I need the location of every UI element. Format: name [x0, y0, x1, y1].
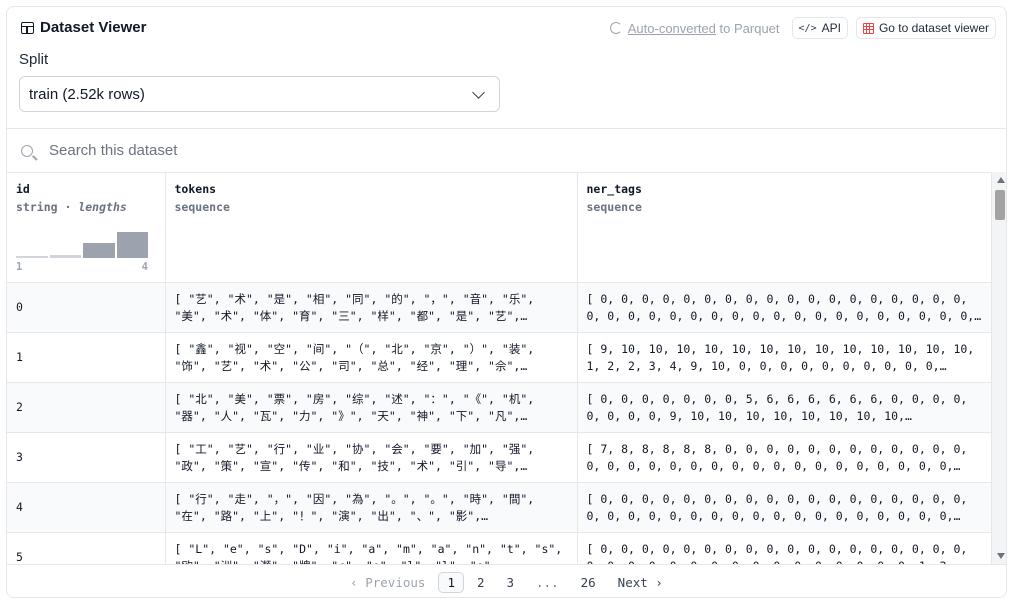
cell-tokens: [ "工", "艺", "行", "业", "协", "会", "要", "加"…: [165, 432, 578, 483]
api-button[interactable]: </> API: [791, 17, 848, 39]
cell-id: 0: [7, 282, 166, 333]
cell-ner-tags: [ 0, 0, 0, 0, 0, 0, 0, 0, 0, 0, 0, 0, 0,…: [577, 532, 991, 564]
data-table-container: id string · lengths 1 4 tokens sequence …: [7, 172, 991, 564]
cell-ner-tags-text: [ 0, 0, 0, 0, 0, 0, 0, 0, 0, 0, 0, 0, 0,…: [586, 492, 968, 523]
dataset-viewer-card: Dataset Viewer Auto-converted to Parquet…: [6, 6, 1007, 598]
page-button-3[interactable]: 3: [498, 572, 524, 593]
search-icon: [21, 144, 33, 157]
refresh-icon: [609, 22, 622, 34]
table-icon: [21, 21, 34, 34]
cell-ner-tags: [ 0, 0, 0, 0, 0, 0, 0, 0, 0, 0, 0, 0, 0,…: [577, 482, 991, 533]
data-table: id string · lengths 1 4 tokens sequence …: [7, 173, 991, 564]
table-header-row: id string · lengths 1 4 tokens sequence …: [7, 173, 991, 283]
cell-ner-tags-text: [ 0, 0, 0, 0, 0, 0, 0, 0, 0, 0, 0, 0, 0,…: [586, 542, 968, 564]
length-histogram[interactable]: [16, 228, 148, 258]
cell-tokens-text: [ "L", "e", "s", "D", "i", "a", "m", "a"…: [174, 542, 563, 564]
page-button-1[interactable]: 1: [438, 571, 464, 593]
viewer-title: Dataset Viewer: [21, 19, 146, 36]
cell-id: 3: [7, 432, 166, 483]
header-actions: Auto-converted to Parquet </> API Go to …: [609, 17, 996, 39]
column-name: ner_tags: [586, 182, 642, 196]
cell-ner-tags-text: [ 7, 8, 8, 8, 8, 8, 0, 0, 0, 0, 0, 0, 0,…: [586, 442, 968, 473]
cell-ner-tags-text: [ 0, 0, 0, 0, 0, 0, 0, 0, 0, 0, 0, 0, 0,…: [586, 292, 982, 323]
cell-ner-tags-text: [ 0, 0, 0, 0, 0, 0, 0, 5, 6, 6, 6, 6, 6,…: [586, 392, 968, 423]
table-row[interactable]: 5 [ "L", "e", "s", "D", "i", "a", "m", "…: [7, 532, 991, 564]
page-button-2[interactable]: 2: [468, 572, 494, 593]
search-input[interactable]: [49, 142, 449, 159]
pagination: ‹ Previous 1 2 3 ... 26 Next ›: [7, 564, 1006, 597]
cell-ner-tags: [ 9, 10, 10, 10, 10, 10, 10, 10, 10, 10,…: [577, 332, 991, 383]
next-page-button[interactable]: Next ›: [609, 572, 672, 593]
scrollbar-thumb[interactable]: [995, 190, 1005, 220]
api-button-label: API: [821, 21, 841, 35]
histogram-bar[interactable]: [49, 255, 81, 258]
cell-id: 1: [7, 332, 166, 383]
histogram-bar[interactable]: [16, 256, 48, 258]
chevron-down-icon: [472, 86, 485, 99]
table-scrollbar[interactable]: [991, 172, 1006, 564]
histogram-bar[interactable]: [83, 243, 115, 258]
viewer-header: Dataset Viewer Auto-converted to Parquet…: [7, 7, 1006, 129]
page-button-26[interactable]: 26: [572, 572, 605, 593]
column-header-id[interactable]: id string · lengths 1 4: [7, 173, 166, 283]
column-header-ner-tags[interactable]: ner_tags sequence: [577, 173, 991, 283]
column-type: sequence: [586, 200, 642, 214]
auto-converted-suffix: to Parquet: [715, 20, 780, 36]
histogram-min: 1: [16, 261, 23, 273]
cell-ner-tags-text: [ 9, 10, 10, 10, 10, 10, 10, 10, 10, 10,…: [586, 342, 975, 373]
cell-id: 5: [7, 532, 166, 564]
column-name: id: [16, 182, 30, 196]
histogram-bar[interactable]: [116, 232, 148, 258]
column-header-tokens[interactable]: tokens sequence: [165, 173, 578, 283]
cell-tokens: [ "北", "美", "票", "房", "综", "述", "：", "《"…: [165, 382, 578, 433]
column-type: sequence: [174, 200, 230, 214]
search-bar: [7, 128, 1006, 172]
auto-converted-notice: Auto-converted to Parquet: [609, 20, 780, 36]
cell-id: 2: [7, 382, 166, 433]
column-type: string · lengths: [16, 200, 127, 214]
cell-tokens: [ "L", "e", "s", "D", "i", "a", "m", "a"…: [165, 532, 578, 564]
table-row[interactable]: 1 [ "鑫", "视", "空", "间", "（", "北", "京", "…: [7, 332, 991, 383]
column-name: tokens: [174, 182, 217, 196]
table-row[interactable]: 0 [ "艺", "术", "是", "相", "同", "的", "，", "…: [7, 282, 991, 333]
split-select-value: train (2.52k rows): [29, 85, 145, 103]
previous-page-button[interactable]: ‹ Previous: [341, 572, 434, 593]
cell-tokens-text: [ "北", "美", "票", "房", "综", "述", "：", "《"…: [174, 392, 535, 423]
column-type-detail: lengths: [78, 200, 127, 214]
cell-ner-tags: [ 0, 0, 0, 0, 0, 0, 0, 5, 6, 6, 6, 6, 6,…: [577, 382, 991, 433]
auto-converted-link[interactable]: Auto-converted: [628, 21, 716, 36]
spreadsheet-icon: [862, 22, 874, 34]
cell-tokens: [ "艺", "术", "是", "相", "同", "的", "，", "音"…: [165, 282, 578, 333]
table-row[interactable]: 4 [ "行", "走", "，", "因", "為", "。", "。", "…: [7, 482, 991, 533]
table-row[interactable]: 2 [ "北", "美", "票", "房", "综", "述", "：", "…: [7, 382, 991, 433]
split-label: Split: [19, 51, 49, 68]
cell-tokens-text: [ "工", "艺", "行", "业", "协", "会", "要", "加"…: [174, 442, 535, 473]
cell-tokens: [ "鑫", "视", "空", "间", "（", "北", "京", "）"…: [165, 332, 578, 383]
code-icon: </>: [798, 22, 817, 34]
cell-id: 4: [7, 482, 166, 533]
viewer-title-text: Dataset Viewer: [40, 19, 147, 36]
table-row[interactable]: 3 [ "工", "艺", "行", "业", "协", "会", "要", "…: [7, 432, 991, 483]
scroll-down-arrow-icon[interactable]: [997, 553, 1005, 559]
cell-tokens-text: [ "行", "走", "，", "因", "為", "。", "。", "時"…: [174, 492, 535, 523]
histogram-max: 4: [141, 261, 148, 273]
cell-tokens: [ "行", "走", "，", "因", "為", "。", "。", "時"…: [165, 482, 578, 533]
pagination-ellipsis: ...: [536, 574, 559, 590]
go-to-dataset-viewer-button[interactable]: Go to dataset viewer: [855, 17, 996, 39]
histogram-labels: 1 4: [16, 261, 148, 273]
cell-ner-tags: [ 0, 0, 0, 0, 0, 0, 0, 0, 0, 0, 0, 0, 0,…: [577, 282, 991, 333]
cell-tokens-text: [ "艺", "术", "是", "相", "同", "的", "，", "音"…: [174, 292, 535, 323]
split-select[interactable]: train (2.52k rows): [19, 76, 500, 112]
go-to-dataset-viewer-label: Go to dataset viewer: [878, 21, 989, 35]
cell-ner-tags: [ 7, 8, 8, 8, 8, 8, 0, 0, 0, 0, 0, 0, 0,…: [577, 432, 991, 483]
scroll-up-arrow-icon[interactable]: [997, 177, 1005, 183]
cell-tokens-text: [ "鑫", "视", "空", "间", "（", "北", "京", "）"…: [174, 342, 535, 373]
